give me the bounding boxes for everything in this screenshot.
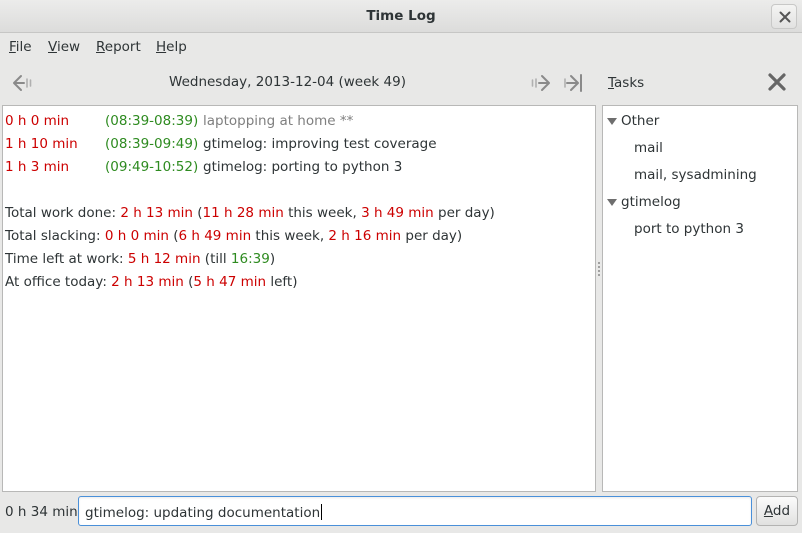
total-slacking-value: 0 h 0 min: [104, 228, 169, 244]
close-icon: [779, 11, 791, 23]
total-work-label: Total work done:: [5, 205, 121, 221]
menu-file[interactable]: File: [9, 39, 32, 55]
entry-task: gtimelog: porting to python 3: [203, 159, 403, 175]
menu-view[interactable]: View: [48, 39, 80, 55]
total-slacking-week-suffix: this week,: [251, 228, 329, 244]
toolbar: Wednesday, 2013-12-04 (week 49) Tasks: [0, 64, 802, 104]
task-entry-text: gtimelog: updating documentation: [85, 505, 321, 521]
task-item[interactable]: port to python 3: [603, 218, 797, 242]
total-work-line: Total work done: 2 h 13 min (11 h 28 min…: [5, 202, 593, 225]
window-title: Time Log: [366, 8, 436, 24]
total-slacking-week: 6 h 49 min: [178, 228, 252, 244]
log-entry: 1 h 10 min (08:39-09:49) gtimelog: improvi…: [5, 133, 593, 156]
expander-arrow-icon[interactable]: [607, 118, 617, 125]
log-entries: 0 h 0 min (08:39-08:39) laptopping at home…: [5, 110, 593, 179]
time-left-line: Time left at work: 5 h 12 min (till 16:3…: [5, 248, 593, 271]
task-item-label: port to python 3: [634, 221, 744, 237]
task-item-label: mail, sysadmining: [634, 167, 757, 183]
close-tasks-button[interactable]: [766, 71, 788, 93]
task-item-label: mail: [634, 140, 663, 156]
tasks-label: Tasks: [608, 75, 644, 91]
task-group-label: Other: [621, 113, 660, 129]
task-group[interactable]: Other: [603, 110, 797, 134]
add-button-mnemonic: A: [763, 503, 773, 519]
go-to-today-icon: [564, 74, 582, 92]
entry-duration: 1 h 10 min: [5, 136, 78, 152]
task-group-label: gtimelog: [621, 194, 681, 210]
entry-duration: 1 h 3 min: [5, 159, 70, 175]
go-forward-icon: [531, 75, 550, 91]
total-slacking-label: Total slacking:: [5, 228, 105, 244]
total-work-week: 11 h 28 min: [202, 205, 284, 221]
task-group[interactable]: gtimelog: [603, 191, 797, 215]
elapsed-time: 0 h 34 min: [5, 504, 78, 520]
time-left-label: Time left at work:: [5, 251, 128, 267]
total-slacking-line: Total slacking: 0 h 0 min (6 h 49 min th…: [5, 225, 593, 248]
time-left-value: 5 h 12 min: [127, 251, 201, 267]
bottom-bar: 0 h 34 min gtimelog: updating documentat…: [0, 493, 802, 533]
pane-splitter[interactable]: [597, 260, 601, 280]
at-office-left: 5 h 47 min: [193, 274, 267, 290]
entry-time-range: (09:49-10:52): [105, 159, 199, 175]
at-office-open: (: [183, 274, 194, 290]
close-tasks-icon: [768, 73, 786, 91]
entry-task: gtimelog: improving test coverage: [203, 136, 437, 152]
entry-time-range: (08:39-09:49): [105, 136, 199, 152]
window-close-button[interactable]: [771, 4, 797, 29]
total-work-value: 2 h 13 min: [120, 205, 193, 221]
task-item[interactable]: mail: [603, 137, 797, 161]
tasks-label-rest: asks: [614, 75, 645, 91]
title-bar: Time Log: [0, 0, 802, 33]
at-office-line: At office today: 2 h 13 min (5 h 47 min …: [5, 271, 593, 294]
add-button-rest: dd: [772, 503, 791, 519]
entry-duration: 0 h 0 min: [5, 113, 70, 129]
menu-help[interactable]: Help: [156, 39, 187, 55]
task-entry-field[interactable]: gtimelog: updating documentation: [78, 496, 752, 526]
go-forward-button[interactable]: [527, 70, 553, 96]
menu-report[interactable]: Report: [96, 39, 141, 55]
total-work-open: (: [192, 205, 203, 221]
task-item[interactable]: mail, sysadmining: [603, 164, 797, 188]
total-work-per-day-suffix: per day): [433, 205, 495, 221]
total-work-per-day: 3 h 49 min: [361, 205, 434, 221]
tasks-tree[interactable]: Other mail mail, sysadmining gtimelog port t…: [602, 105, 798, 492]
total-slacking-per-day: 2 h 16 min: [328, 228, 402, 244]
log-spacer: [5, 179, 593, 202]
entry-task: laptopping at home **: [203, 113, 354, 129]
at-office-label: At office today:: [5, 274, 112, 290]
log-entry: 1 h 3 min (09:49-10:52) gtimelog: porting …: [5, 156, 593, 179]
time-left-till-prefix: (till: [200, 251, 231, 267]
time-left-close: ): [269, 251, 276, 267]
total-slacking-per-day-suffix: per day): [401, 228, 463, 244]
at-office-left-suffix: left): [266, 274, 298, 290]
log-view[interactable]: 0 h 0 min (08:39-08:39) laptopping at home…: [2, 105, 596, 492]
text-caret: [321, 504, 323, 520]
date-label: Wednesday, 2013-12-04 (week 49): [169, 74, 406, 90]
total-work-week-suffix: this week,: [283, 205, 362, 221]
entry-time-range: (08:39-08:39): [105, 113, 199, 129]
at-office-value: 2 h 13 min: [111, 274, 184, 290]
add-button[interactable]: Add: [756, 496, 798, 526]
expander-arrow-icon[interactable]: [607, 199, 617, 206]
menu-bar: File View Report Help: [0, 33, 802, 61]
time-left-till: 16:39: [230, 251, 270, 267]
go-to-today-button[interactable]: [559, 70, 585, 96]
log-entry: 0 h 0 min (08:39-08:39) laptopping at home…: [5, 110, 593, 133]
